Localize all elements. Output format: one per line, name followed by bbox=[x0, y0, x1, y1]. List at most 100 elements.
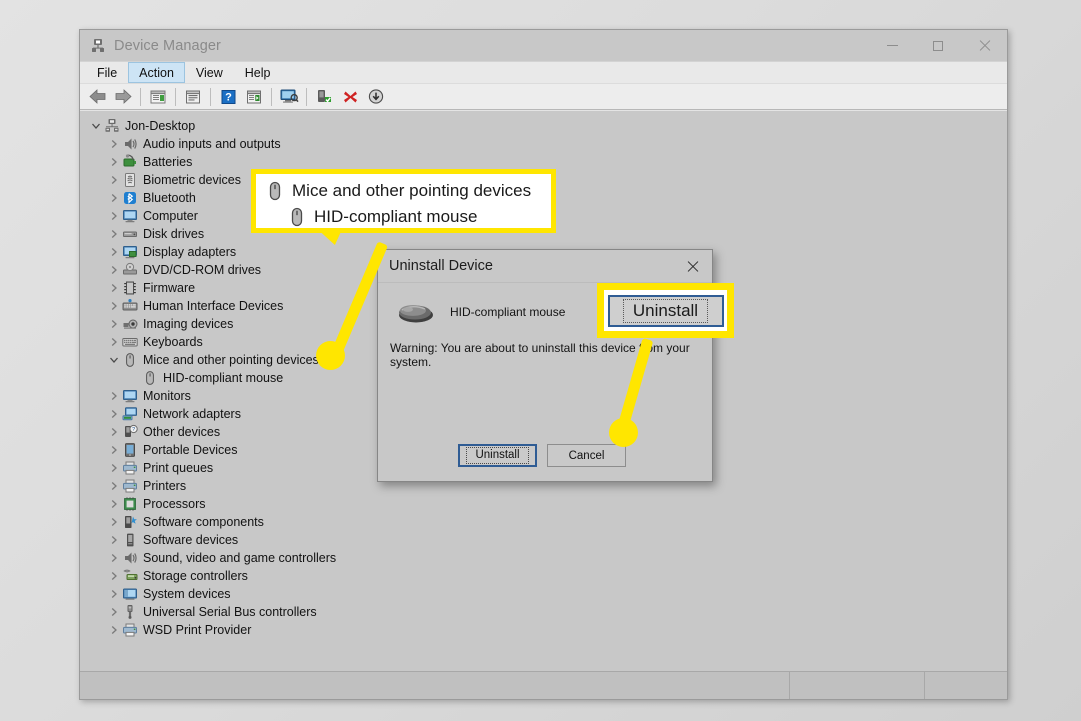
close-button[interactable] bbox=[961, 30, 1007, 61]
storage-controller-icon bbox=[122, 568, 138, 584]
monitor-icon bbox=[122, 208, 138, 224]
chevron-down-icon[interactable] bbox=[106, 351, 122, 369]
chevron-right-icon[interactable] bbox=[106, 171, 122, 189]
chevron-right-icon[interactable] bbox=[106, 441, 122, 459]
chevron-right-icon[interactable] bbox=[106, 621, 122, 639]
dialog-cancel-label: Cancel bbox=[569, 450, 605, 462]
chevron-right-icon[interactable] bbox=[106, 405, 122, 423]
toolbar-separator bbox=[271, 88, 272, 106]
chevron-right-icon[interactable] bbox=[106, 225, 122, 243]
device-manager-icon bbox=[90, 38, 106, 54]
tree-item-label: Print queues bbox=[143, 459, 213, 477]
chevron-right-icon[interactable] bbox=[106, 531, 122, 549]
toolbar: ? bbox=[80, 83, 1007, 110]
tree-item-software-components[interactable]: Software components bbox=[88, 513, 1007, 531]
dialog-uninstall-button[interactable]: Uninstall bbox=[458, 444, 537, 467]
chevron-right-icon[interactable] bbox=[106, 207, 122, 225]
menu-item-help[interactable]: Help bbox=[234, 62, 282, 83]
tree-item-root[interactable]: Jon-Desktop bbox=[88, 117, 1007, 135]
annotation-callout-tree: Mice and other pointing devices HID-comp… bbox=[251, 169, 556, 233]
optical-drive-icon bbox=[122, 262, 138, 278]
chevron-right-icon[interactable] bbox=[106, 585, 122, 603]
minimize-button[interactable] bbox=[869, 30, 915, 61]
dialog-close-button[interactable] bbox=[672, 250, 712, 282]
menu-item-view[interactable]: View bbox=[185, 62, 234, 83]
tree-item-label: Jon-Desktop bbox=[125, 117, 195, 135]
tree-item-label: Sound, video and game controllers bbox=[143, 549, 336, 567]
properties-icon[interactable] bbox=[181, 85, 205, 108]
back-icon[interactable] bbox=[85, 85, 109, 108]
dialog-uninstall-label: Uninstall bbox=[466, 447, 528, 464]
tree-item-label: Software devices bbox=[143, 531, 238, 549]
chevron-right-icon[interactable] bbox=[106, 315, 122, 333]
mouse-icon bbox=[122, 352, 138, 368]
uninstall-device-icon[interactable] bbox=[338, 85, 362, 108]
disable-device-icon[interactable] bbox=[364, 85, 388, 108]
system-device-icon bbox=[122, 586, 138, 602]
unknown-device-icon: ? bbox=[122, 424, 138, 440]
chevron-right-icon[interactable] bbox=[106, 387, 122, 405]
chevron-right-icon[interactable] bbox=[106, 153, 122, 171]
menu-bar: File Action View Help bbox=[80, 61, 1007, 83]
tree-item-universal-serial-bus-controllers[interactable]: Universal Serial Bus controllers bbox=[88, 603, 1007, 621]
toolbar-separator bbox=[140, 88, 141, 106]
maximize-button[interactable] bbox=[915, 30, 961, 61]
chevron-right-icon[interactable] bbox=[106, 459, 122, 477]
dialog-device-name: HID-compliant mouse bbox=[450, 305, 565, 319]
chevron-right-icon[interactable] bbox=[106, 603, 122, 621]
menu-item-action[interactable]: Action bbox=[128, 62, 185, 83]
window-titlebar: Device Manager bbox=[80, 30, 1007, 61]
keyboard-icon bbox=[122, 334, 138, 350]
tree-item-label: Universal Serial Bus controllers bbox=[143, 603, 317, 621]
update-driver-icon[interactable] bbox=[242, 85, 266, 108]
chevron-down-icon[interactable] bbox=[88, 117, 104, 135]
tree-item-label: Imaging devices bbox=[143, 315, 233, 333]
annotation-uninstall-button-zoomed[interactable]: Uninstall bbox=[608, 295, 724, 327]
chevron-right-icon[interactable] bbox=[106, 135, 122, 153]
toolbar-separator bbox=[306, 88, 307, 106]
chevron-right-icon[interactable] bbox=[106, 243, 122, 261]
tree-item-system-devices[interactable]: System devices bbox=[88, 585, 1007, 603]
chevron-right-icon[interactable] bbox=[106, 549, 122, 567]
tree-item-audio-inputs-and-outputs[interactable]: Audio inputs and outputs bbox=[88, 135, 1007, 153]
chevron-right-icon[interactable] bbox=[106, 333, 122, 351]
portable-device-icon bbox=[122, 442, 138, 458]
menu-item-file[interactable]: File bbox=[86, 62, 128, 83]
chevron-right-icon[interactable] bbox=[106, 513, 122, 531]
forward-icon[interactable] bbox=[111, 85, 135, 108]
tree-item-label: HID-compliant mouse bbox=[163, 369, 283, 387]
firmware-chip-icon bbox=[122, 280, 138, 296]
svg-text:?: ? bbox=[225, 91, 232, 103]
tree-item-storage-controllers[interactable]: Storage controllers bbox=[88, 567, 1007, 585]
software-device-icon bbox=[122, 532, 138, 548]
chevron-right-icon[interactable] bbox=[106, 495, 122, 513]
tree-item-label: Biometric devices bbox=[143, 171, 241, 189]
show-hidden-devices-icon[interactable] bbox=[146, 85, 170, 108]
tree-item-label: Audio inputs and outputs bbox=[143, 135, 281, 153]
printer-icon bbox=[122, 460, 138, 476]
tree-item-software-devices[interactable]: Software devices bbox=[88, 531, 1007, 549]
tree-item-wsd-print-provider[interactable]: WSD Print Provider bbox=[88, 621, 1007, 639]
tree-item-sound-video-and-game-controllers[interactable]: Sound, video and game controllers bbox=[88, 549, 1007, 567]
chevron-right-icon[interactable] bbox=[106, 423, 122, 441]
chevron-right-icon[interactable] bbox=[106, 261, 122, 279]
battery-icon bbox=[122, 154, 138, 170]
status-bar bbox=[80, 671, 1007, 699]
scan-hardware-changes-icon[interactable] bbox=[277, 85, 301, 108]
chevron-right-icon[interactable] bbox=[106, 567, 122, 585]
chevron-right-icon[interactable] bbox=[106, 477, 122, 495]
camera-icon bbox=[122, 316, 138, 332]
enable-device-icon[interactable] bbox=[312, 85, 336, 108]
tree-item-processors[interactable]: Processors bbox=[88, 495, 1007, 513]
close-icon bbox=[978, 39, 991, 52]
dialog-cancel-button[interactable]: Cancel bbox=[547, 444, 626, 467]
tree-item-label: Monitors bbox=[143, 387, 191, 405]
mouse-device-icon bbox=[396, 299, 436, 325]
status-bar-main-panel bbox=[80, 672, 790, 699]
chevron-right-icon[interactable] bbox=[106, 297, 122, 315]
chevron-right-icon[interactable] bbox=[106, 279, 122, 297]
chevron-right-icon[interactable] bbox=[106, 189, 122, 207]
help-icon[interactable]: ? bbox=[216, 85, 240, 108]
tree-item-label: Network adapters bbox=[143, 405, 241, 423]
tree-item-label: Software components bbox=[143, 513, 264, 531]
